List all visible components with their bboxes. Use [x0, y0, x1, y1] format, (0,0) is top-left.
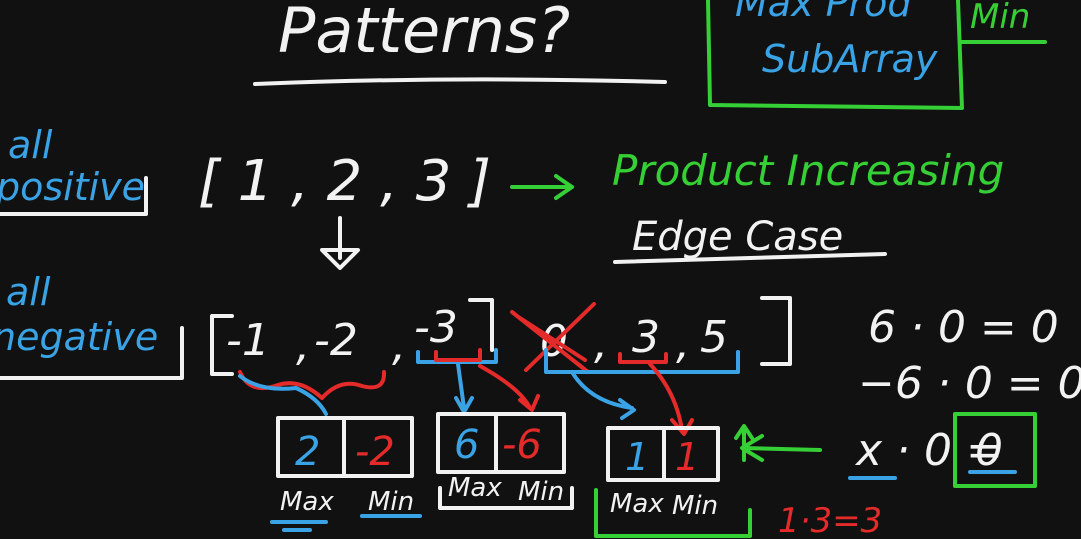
box3-min-label: Min	[672, 491, 718, 521]
blue-arrow-third	[454, 362, 474, 414]
neg-sep-1: ,	[296, 320, 310, 371]
blue-arrow-last	[570, 370, 636, 420]
legend-min-label: Min	[970, 0, 1030, 37]
edge-case-eq3-rhs: 0	[975, 425, 1003, 476]
box2-min-label: Min	[518, 477, 564, 507]
edge-case-eq1: 6 · 0 = 0	[868, 302, 1059, 353]
whiteboard-canvas: Patterns? Max Prod SubArray Min all posi…	[0, 0, 1081, 539]
box1-max-underline	[270, 520, 328, 532]
neg-item-6: 5	[700, 312, 728, 363]
box2-max-value: 6	[454, 422, 479, 468]
max-min-box-1: 2 -2 Max Min	[270, 416, 422, 532]
title-underline	[253, 77, 667, 86]
all-negative-section: all negative -1 , -2 , -3 0 , 3 , 5	[0, 270, 792, 436]
edge-arrow-to-box	[740, 434, 822, 462]
all-negative-label-line1: all	[6, 270, 51, 314]
product-increasing-label: Product Increasing	[612, 146, 1004, 195]
legend: Max Prod SubArray Min	[706, 0, 1047, 110]
neg-sep-2: ,	[392, 320, 406, 371]
max-min-box-3: 1 1 Max Min	[594, 424, 754, 538]
box3-max-value: 1	[625, 435, 649, 479]
legend-line1: Max Prod	[735, 0, 912, 25]
neg-item-3: -3	[414, 302, 458, 353]
red-brace-second-third	[434, 348, 532, 410]
neg-sep-4: ,	[676, 318, 690, 369]
neg-array-close-bracket	[760, 296, 792, 366]
box1-max-value: 2	[295, 429, 320, 475]
all-positive-array: [ 1 , 2 , 3 ]	[198, 149, 491, 214]
all-positive-label-line2: positive	[0, 165, 145, 209]
title: Patterns?	[278, 0, 570, 67]
neg-item-2: -2	[314, 315, 358, 366]
neg-item-5: 3	[632, 312, 660, 363]
box2-max-label: Max	[448, 473, 502, 503]
all-negative-label-line2: negative	[0, 315, 158, 359]
all-positive-section: all positive [ 1 , 2 , 3 ] Product Incre…	[0, 123, 1004, 270]
edge-case-eq2: −6 · 0 = 0	[858, 358, 1081, 409]
edge-case-heading: Edge Case	[632, 214, 843, 260]
neg-sep-3: ,	[594, 318, 608, 369]
box1-min-label: Min	[368, 487, 414, 517]
neg-item-1: -1	[226, 315, 270, 366]
box2-min-value: -6	[502, 422, 542, 468]
side-calculation: 1·3=3	[778, 501, 882, 539]
box1-max-label: Max	[280, 487, 334, 517]
max-min-box-2: 6 -6 Max Min	[436, 412, 574, 510]
box3-max-label: Max	[610, 489, 664, 519]
arrow-to-product-increasing	[510, 174, 574, 200]
blue-brace-first	[238, 374, 328, 416]
neg-array-mid-bracket	[468, 298, 494, 352]
all-positive-label-line1: all	[8, 123, 53, 167]
legend-line2: SubArray	[762, 37, 938, 81]
down-arrow-icon	[320, 216, 360, 270]
box1-min-value: -2	[355, 429, 395, 475]
box3-min-value: 1	[675, 435, 699, 479]
